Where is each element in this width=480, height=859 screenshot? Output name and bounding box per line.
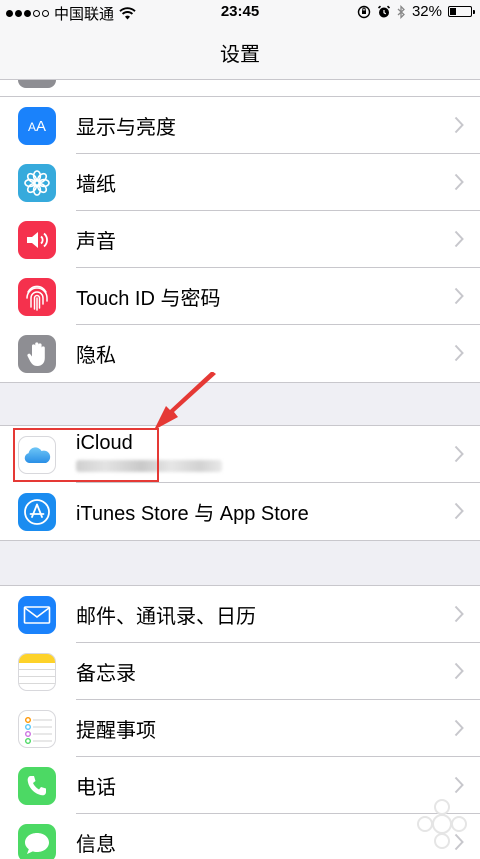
watermark-icon	[417, 799, 467, 849]
settings-screen: 中国联通 23:45 32% 设置 AA 显示与亮度 墙纸 声音 Touch I…	[0, 0, 480, 859]
settings-row-touch-id[interactable]: Touch ID 与密码	[0, 268, 480, 325]
battery-level	[450, 8, 456, 15]
chevron-right-icon	[454, 502, 464, 520]
hand-icon	[18, 335, 56, 373]
settings-row-wallpaper[interactable]: 墙纸	[0, 154, 480, 211]
fingerprint-icon	[18, 278, 56, 316]
settings-row-notes[interactable]: 备忘录	[0, 643, 480, 700]
display-brightness-icon: AA	[18, 107, 56, 145]
settings-row-label: 隐私	[76, 345, 116, 367]
settings-row-label: 显示与亮度	[76, 117, 176, 139]
settings-row-label: iTunes Store 与 App Store	[76, 503, 309, 525]
settings-row-label: 提醒事项	[76, 720, 156, 742]
scrolled-row-peek	[0, 80, 480, 97]
chevron-right-icon	[454, 662, 464, 680]
speaker-icon	[18, 221, 56, 259]
settings-group-display: AA 显示与亮度 墙纸 声音 Touch ID 与密码 隐私	[0, 96, 480, 383]
chevron-right-icon	[454, 287, 464, 305]
settings-row-reminders[interactable]: 提醒事项	[0, 700, 480, 757]
phone-icon	[18, 767, 56, 805]
reminders-icon	[18, 710, 56, 748]
chevron-right-icon	[454, 230, 464, 248]
settings-row-itunes-app-store[interactable]: iTunes Store 与 App Store	[0, 483, 480, 540]
settings-row-label: 信息	[76, 834, 116, 856]
settings-row-label: 备忘录	[76, 663, 136, 685]
notes-icon	[18, 653, 56, 691]
bluetooth-icon	[397, 4, 405, 19]
alarm-icon	[377, 5, 391, 17]
status-right: 32%	[357, 3, 475, 20]
chevron-right-icon	[454, 445, 464, 463]
partial-icon	[18, 80, 56, 88]
status-bar: 中国联通 23:45 32%	[0, 0, 480, 26]
pointer-arrow-icon	[154, 372, 216, 430]
settings-row-label: 邮件、通讯录、日历	[76, 606, 256, 628]
icloud-highlight-box	[13, 428, 159, 482]
settings-row-label: 电话	[76, 777, 116, 799]
chevron-right-icon	[454, 776, 464, 794]
wallpaper-flower-icon	[18, 164, 56, 202]
chevron-right-icon	[454, 173, 464, 191]
chevron-right-icon	[454, 344, 464, 362]
battery-icon	[448, 6, 475, 17]
settings-row-display-brightness[interactable]: AA 显示与亮度	[0, 97, 480, 154]
rotation-lock-icon	[357, 5, 371, 18]
navigation-bar: 设置	[0, 26, 480, 80]
settings-row-label: 声音	[76, 231, 116, 253]
chevron-right-icon	[454, 605, 464, 623]
page-title: 设置	[220, 44, 260, 66]
settings-row-sounds[interactable]: 声音	[0, 211, 480, 268]
app-store-icon	[18, 493, 56, 531]
settings-row-label: Touch ID 与密码	[76, 288, 221, 310]
battery-percent: 32%	[411, 3, 442, 20]
chevron-right-icon	[454, 719, 464, 737]
messages-icon	[18, 824, 56, 859]
mail-icon	[18, 596, 56, 634]
settings-row-messages[interactable]: 信息	[0, 814, 480, 859]
settings-row-phone[interactable]: 电话	[0, 757, 480, 814]
chevron-right-icon	[454, 116, 464, 134]
settings-row-privacy[interactable]: 隐私	[0, 325, 480, 382]
settings-group-apps: 邮件、通讯录、日历 备忘录 提醒事项 电话 信息	[0, 585, 480, 859]
settings-row-mail-contacts-calendars[interactable]: 邮件、通讯录、日历	[0, 586, 480, 643]
settings-row-label: 墙纸	[76, 174, 116, 196]
